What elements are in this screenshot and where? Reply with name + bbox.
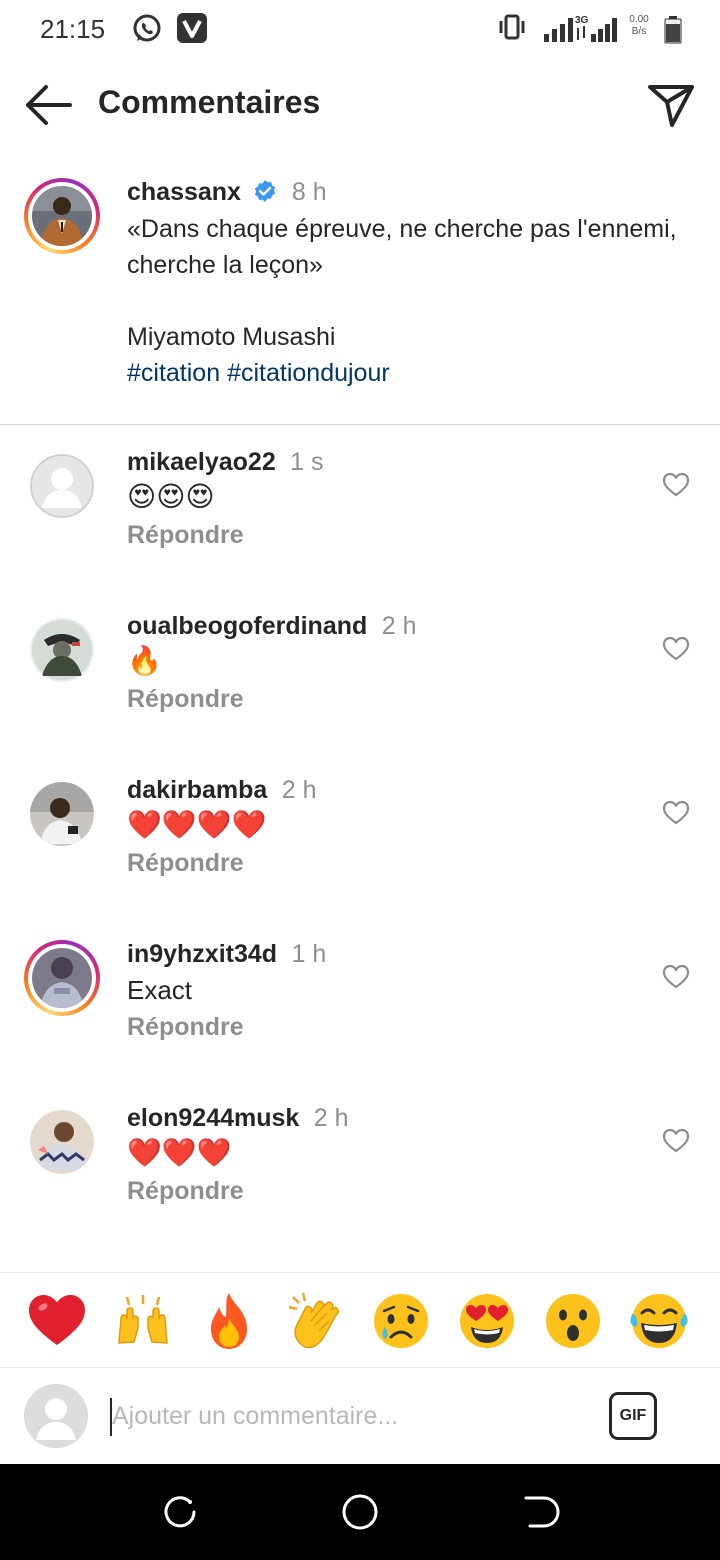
comment-body: oualbeogoferdinand 2 h 🔥 Répondre <box>127 612 647 714</box>
reply-button[interactable]: Répondre <box>127 521 647 550</box>
comment-item: oualbeogoferdinand 2 h 🔥 Répondre <box>0 612 720 782</box>
whatsapp-icon <box>133 14 161 42</box>
quick-emoji-bar <box>0 1272 720 1368</box>
caption-time: 8 h <box>291 178 327 206</box>
signal-3g-icon: 3G <box>544 15 589 42</box>
comment-text: 😍😍😍 <box>127 480 215 513</box>
caption-username[interactable]: chassanx <box>127 178 241 206</box>
comment-username[interactable]: mikaelyao22 <box>127 448 276 476</box>
comment-username[interactable]: dakirbamba <box>127 776 267 804</box>
header: Commentaires <box>0 60 720 150</box>
heart-outline-icon[interactable] <box>662 636 690 662</box>
hashtag-link[interactable]: #citationdujour <box>227 359 390 387</box>
emoji-clapping-button[interactable] <box>283 1289 347 1353</box>
comment-username[interactable]: oualbeogoferdinand <box>127 612 367 640</box>
gif-button[interactable]: GIF <box>609 1392 657 1440</box>
network-speed: 0.00 B/s <box>629 14 649 37</box>
raising-hands-emoji-icon <box>118 1295 168 1344</box>
send-icon[interactable] <box>646 80 696 130</box>
reply-button[interactable]: Répondre <box>127 1177 647 1206</box>
comment-username[interactable]: in9yhzxit34d <box>127 940 277 968</box>
reply-button[interactable]: Répondre <box>127 849 647 878</box>
comment-body: in9yhzxit34d 1 h Exact Répondre <box>127 940 647 1042</box>
page-title: Commentaires <box>98 84 321 120</box>
comment-text: ❤️❤️❤️❤️ <box>127 808 267 841</box>
comment-text: ❤️❤️❤️ <box>127 1136 232 1169</box>
comment-time: 2 h <box>313 1104 349 1132</box>
signal-icon <box>591 18 617 42</box>
avatar[interactable] <box>24 940 100 1016</box>
avatar[interactable] <box>24 178 100 254</box>
heart-outline-icon[interactable] <box>662 1128 690 1154</box>
hashtag-link[interactable]: #citation <box>127 359 220 387</box>
avatar[interactable] <box>30 1110 94 1174</box>
emoji-heart-eyes-button[interactable] <box>455 1289 519 1353</box>
comment-time: 2 h <box>381 612 417 640</box>
surprised-face-emoji-icon <box>546 1294 600 1348</box>
heart-outline-icon[interactable] <box>662 800 690 826</box>
tears-of-joy-emoji-icon <box>630 1294 688 1348</box>
reply-button[interactable]: Répondre <box>127 685 647 714</box>
heart-emoji-icon <box>29 1295 85 1345</box>
heart-outline-icon[interactable] <box>662 964 690 990</box>
recent-apps-icon[interactable] <box>160 1492 200 1532</box>
caption-header: chassanx 8 h <box>127 178 687 207</box>
vlc-icon <box>177 13 207 43</box>
emoji-crying-button[interactable] <box>369 1289 433 1353</box>
fire-emoji-icon <box>211 1293 247 1349</box>
vibrate-icon <box>499 14 525 40</box>
comment-body: mikaelyao22 1 s 😍😍😍 Répondre <box>127 448 647 550</box>
status-bar: 21:15 3G 0.00 B/s <box>0 0 720 60</box>
system-nav-bar <box>0 1464 720 1560</box>
caption-body: chassanx 8 h «Dans chaque épreuve, ne ch… <box>127 178 687 391</box>
heart-eyes-emoji-icon <box>460 1294 514 1348</box>
comment-input[interactable] <box>112 1394 572 1438</box>
battery-icon <box>664 16 682 44</box>
clapping-hands-emoji-icon <box>288 1292 339 1349</box>
emoji-heart-button[interactable] <box>25 1289 89 1353</box>
comment-time: 1 h <box>291 940 327 968</box>
comment-time: 1 s <box>290 448 324 476</box>
arrow-left-icon[interactable] <box>22 82 74 128</box>
verified-badge-icon <box>255 180 276 202</box>
comment-body: dakirbamba 2 h ❤️❤️❤️❤️ Répondre <box>127 776 647 878</box>
emoji-raising-hands-button[interactable] <box>111 1289 175 1353</box>
back-icon[interactable] <box>520 1492 560 1532</box>
emoji-laughing-button[interactable] <box>627 1289 691 1353</box>
comment-composer: GIF <box>0 1368 720 1464</box>
emoji-fire-button[interactable] <box>197 1289 261 1353</box>
caption-text: «Dans chaque épreuve, ne cherche pas l'e… <box>127 215 677 351</box>
emoji-surprised-button[interactable] <box>541 1289 605 1353</box>
post-caption: chassanx 8 h «Dans chaque épreuve, ne ch… <box>0 160 720 425</box>
crying-face-emoji-icon <box>374 1294 428 1348</box>
comment-body: elon9244musk 2 h ❤️❤️❤️ Répondre <box>127 1104 647 1206</box>
comment-text: Exact <box>127 975 193 1005</box>
reply-button[interactable]: Répondre <box>127 1013 647 1042</box>
comment-item: dakirbamba 2 h ❤️❤️❤️❤️ Répondre <box>0 776 720 946</box>
avatar <box>24 1384 88 1448</box>
heart-outline-icon[interactable] <box>662 472 690 498</box>
comment-item: in9yhzxit34d 1 h Exact Répondre <box>0 940 720 1110</box>
caption-hashtags: #citation #citationdujour <box>127 355 687 391</box>
avatar[interactable] <box>30 618 94 682</box>
home-icon[interactable] <box>340 1492 380 1532</box>
status-time: 21:15 <box>40 14 106 44</box>
avatar[interactable] <box>30 782 94 846</box>
comment-item: elon9244musk 2 h ❤️❤️❤️ Répondre <box>0 1104 720 1274</box>
comment-username[interactable]: elon9244musk <box>127 1104 299 1132</box>
comment-text: 🔥 <box>127 644 162 677</box>
comment-item: mikaelyao22 1 s 😍😍😍 Répondre <box>0 448 720 618</box>
svg-text:3G: 3G <box>575 15 589 26</box>
comment-time: 2 h <box>281 776 317 804</box>
avatar[interactable] <box>30 454 94 518</box>
